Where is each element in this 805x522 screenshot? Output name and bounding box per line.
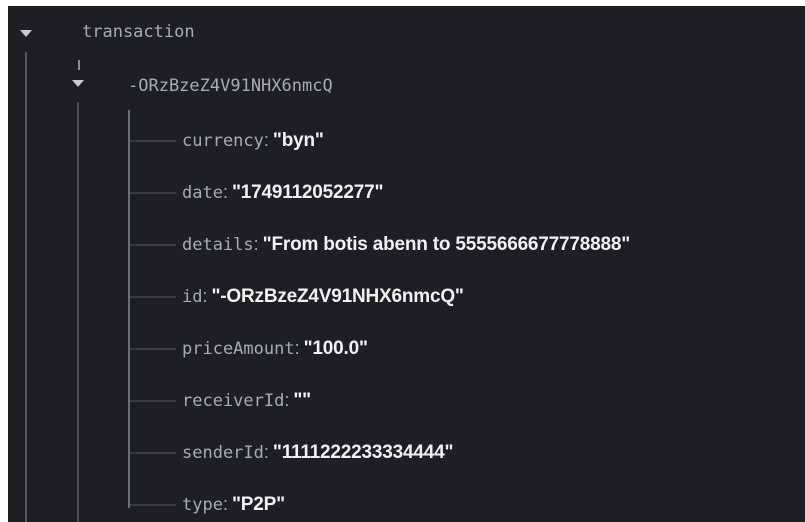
field-value[interactable]: "-ORzBzeZ4V91NHX6nmcQ" bbox=[212, 286, 464, 307]
expand-record-chevron-down-icon[interactable] bbox=[72, 80, 84, 87]
field-separator: : bbox=[294, 338, 300, 358]
field-value[interactable]: "byn" bbox=[273, 130, 324, 151]
field-value[interactable]: "100.0" bbox=[304, 338, 368, 359]
tree-guide-line-root bbox=[25, 52, 27, 522]
node-label-record: -ORzBzeZ4V91NHX6nmcQ bbox=[128, 76, 333, 96]
tree-guide-line-fields bbox=[128, 110, 130, 508]
field-value[interactable]: "P2P" bbox=[232, 494, 285, 515]
field-separator: : bbox=[202, 286, 208, 306]
tree-node-transaction[interactable]: transaction bbox=[82, 12, 195, 52]
field-separator: : bbox=[222, 494, 228, 514]
field-key: type bbox=[182, 495, 223, 515]
field-separator: : bbox=[253, 234, 259, 254]
field-connector bbox=[130, 348, 176, 350]
field-key: date bbox=[182, 183, 223, 203]
field-connector bbox=[130, 400, 176, 402]
field-value[interactable]: "From botis abenn to 5555666677778888" bbox=[263, 234, 631, 255]
field-row-receiverid[interactable]: receiverId: "" bbox=[182, 380, 311, 420]
field-row-id[interactable]: id: "-ORzBzeZ4V91NHX6nmcQ" bbox=[182, 276, 464, 316]
field-key: details bbox=[182, 235, 254, 255]
field-separator: : bbox=[263, 130, 269, 150]
database-tree-panel: transaction -ORzBzeZ4V91NHX6nmcQ currenc… bbox=[8, 6, 805, 522]
tree-node-record[interactable]: -ORzBzeZ4V91NHX6nmcQ bbox=[128, 66, 333, 106]
field-key: currency bbox=[182, 131, 264, 151]
tree-connector-tick bbox=[78, 60, 80, 70]
field-row-senderid[interactable]: senderId: "1111222233334444" bbox=[182, 432, 453, 472]
field-value[interactable]: "1749112052277" bbox=[232, 182, 384, 203]
field-row-type[interactable]: type: "P2P" bbox=[182, 484, 285, 522]
field-connector bbox=[130, 140, 176, 142]
field-connector bbox=[130, 192, 176, 194]
tree-guide-line-child bbox=[77, 102, 79, 522]
field-separator: : bbox=[263, 442, 269, 462]
field-separator: : bbox=[222, 182, 228, 202]
field-key: priceAmount bbox=[182, 339, 295, 359]
field-row-currency[interactable]: currency: "byn" bbox=[182, 120, 324, 160]
field-connector bbox=[130, 452, 176, 454]
field-row-priceamount[interactable]: priceAmount: "100.0" bbox=[182, 328, 368, 368]
field-row-details[interactable]: details: "From botis abenn to 5555666677… bbox=[182, 224, 630, 264]
expand-transaction-chevron-down-icon[interactable] bbox=[20, 30, 32, 37]
field-separator: : bbox=[284, 390, 290, 410]
field-connector bbox=[130, 244, 176, 246]
field-key: id bbox=[182, 287, 203, 307]
field-connector bbox=[130, 296, 176, 298]
field-row-date[interactable]: date: "1749112052277" bbox=[182, 172, 384, 212]
field-connector bbox=[130, 504, 176, 506]
field-value[interactable]: "" bbox=[293, 390, 311, 411]
node-label-transaction: transaction bbox=[82, 22, 195, 42]
field-key: receiverId bbox=[182, 391, 285, 411]
field-key: senderId bbox=[182, 443, 264, 463]
field-value[interactable]: "1111222233334444" bbox=[273, 442, 454, 463]
